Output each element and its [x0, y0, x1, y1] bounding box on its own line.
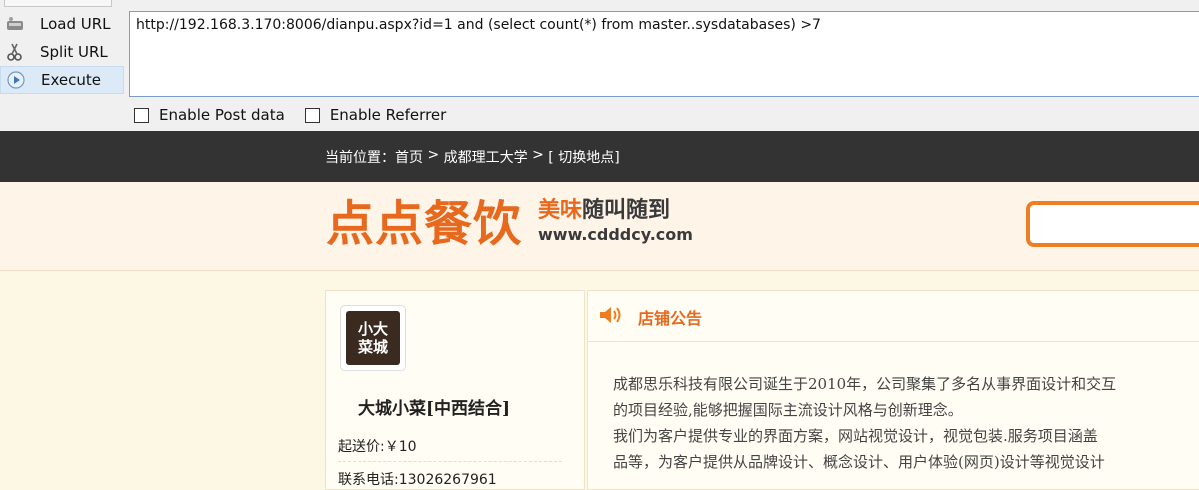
- load-url-button[interactable]: Load URL: [0, 10, 126, 38]
- hackbar-toolbar: Load URL Split URL Execute http://192.16…: [0, 0, 1199, 131]
- enable-post-label: Enable Post data: [159, 106, 285, 124]
- logo-slogan-b: 随叫随到: [582, 198, 671, 223]
- enable-referrer-option[interactable]: Enable Referrer: [304, 106, 447, 124]
- logo-slogan-a: 美味: [538, 198, 583, 223]
- store-logo: 小大 菜城: [340, 305, 406, 371]
- execute-label: Execute: [41, 71, 101, 89]
- main-content: 小大 菜城 大城小菜[中西结合] 起送价:￥10 联系电话:1302626796…: [325, 290, 1199, 490]
- hackbar-menu: Load URL Split URL Execute: [0, 10, 126, 94]
- logo-band: 点点餐饮 美味随叫随到 www.cdddcy.com: [0, 182, 1199, 271]
- enable-post-checkbox[interactable]: [134, 107, 149, 123]
- logo-domain: www.cdddcy.com: [538, 225, 693, 244]
- store-min-order: 起送价:￥10: [338, 439, 417, 455]
- store-logo-text-bottom: 菜城: [357, 338, 388, 356]
- url-input[interactable]: http://192.168.3.170:8006/dianpu.aspx?id…: [129, 11, 1199, 97]
- enable-referrer-checkbox[interactable]: [304, 107, 320, 123]
- logo-side: 美味随叫随到 www.cdddcy.com: [538, 198, 693, 246]
- switch-location-link[interactable]: [ 切换地点]: [548, 147, 619, 167]
- load-url-icon: [4, 14, 26, 34]
- store-name: 大城小菜[中西结合]: [358, 399, 511, 419]
- speaker-icon: [598, 303, 626, 331]
- toolbar-top-strip: [0, 0, 1199, 8]
- logo-name: 点点餐饮: [326, 196, 523, 252]
- breadcrumb-school-link[interactable]: 成都理工大学: [444, 147, 528, 167]
- store-divider: [338, 461, 562, 462]
- split-url-icon: [4, 42, 26, 62]
- breadcrumb: 当前位置： 首页 > 成都理工大学 > [ 切换地点]: [325, 147, 620, 167]
- breadcrumb-separator: >: [527, 147, 549, 163]
- split-url-button[interactable]: Split URL: [0, 38, 126, 66]
- toolbar-top-button[interactable]: [4, 0, 112, 7]
- load-url-label: Load URL: [40, 15, 111, 33]
- breadcrumb-separator: >: [423, 147, 444, 163]
- split-url-label: Split URL: [40, 43, 108, 61]
- breadcrumb-home-link[interactable]: 首页: [395, 147, 423, 167]
- store-info-panel: 小大 菜城 大城小菜[中西结合] 起送价:￥10 联系电话:1302626796…: [325, 290, 585, 490]
- store-notice-panel: 店铺公告 成都思乐科技有限公司诞生于2010年，公司聚集了多名从事界面设计和交互…: [587, 290, 1199, 490]
- notice-line: 品等，为客户提供从品牌设计、概念设计、用户体验(网页)设计等视觉设计: [613, 453, 1105, 471]
- site-logo[interactable]: 点点餐饮 美味随叫随到 www.cdddcy.com: [326, 198, 693, 250]
- enable-referrer-label: Enable Referrer: [329, 106, 447, 124]
- execute-icon: [5, 70, 27, 90]
- store-logo-image: 小大 菜城: [346, 311, 400, 365]
- notice-line: 的项目经验,能够把握国际主流设计风格与创新理念。: [613, 401, 963, 419]
- store-phone: 联系电话:13026267961: [338, 472, 497, 488]
- breadcrumb-prefix: 当前位置：: [325, 150, 395, 166]
- store-logo-text-top: 小大: [357, 320, 388, 338]
- notice-title: 店铺公告: [638, 309, 703, 328]
- execute-button[interactable]: Execute: [0, 66, 124, 94]
- site-topbar: 当前位置： 首页 > 成都理工大学 > [ 切换地点]: [0, 131, 1199, 182]
- notice-line: 成都思乐科技有限公司诞生于2010年，公司聚集了多名从事界面设计和交互: [613, 375, 1117, 393]
- notice-body: 成都思乐科技有限公司诞生于2010年，公司聚集了多名从事界面设计和交互 的项目经…: [613, 371, 1199, 475]
- notice-header: 店铺公告: [588, 291, 1199, 342]
- logo-slogan: 美味随叫随到: [538, 198, 693, 224]
- notice-line: 我们为客户提供专业的界面方案，网站视觉设计，视觉包装.服务项目涵盖: [613, 427, 1098, 445]
- site-search-input[interactable]: [1026, 201, 1199, 247]
- hackbar-options: Enable Post data Enable Referrer: [134, 106, 466, 124]
- enable-post-option[interactable]: Enable Post data: [134, 106, 285, 124]
